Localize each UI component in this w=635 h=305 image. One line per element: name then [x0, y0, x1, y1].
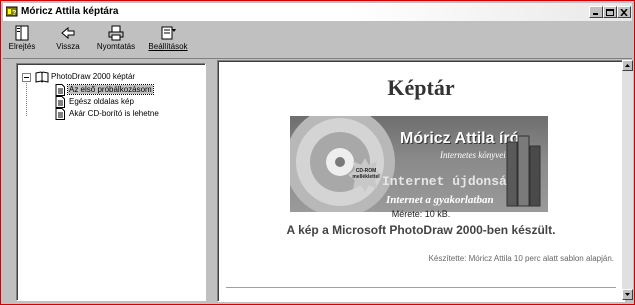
banner-image: Móricz Attila író Internetes könyvei CD-… — [290, 116, 548, 212]
book-icon — [35, 71, 49, 83]
scroll-up-icon — [625, 64, 630, 67]
banner-subtitle: Internetes könyvei — [440, 150, 506, 160]
document-icon — [55, 108, 65, 120]
contents-tree[interactable]: PhotoDraw 2000 képtár Az első próbálkozá… — [16, 63, 206, 301]
hide-button-label: Elrejtés — [8, 42, 36, 51]
banner-slogan: Internet a gyakorlatban — [386, 194, 494, 206]
options-button-label: Beállítások — [148, 42, 188, 51]
window-title: Móricz Attila képtára — [21, 6, 119, 17]
printer-icon — [108, 25, 124, 41]
document-icon — [55, 96, 65, 108]
print-button[interactable]: Nyomtatás — [93, 24, 139, 56]
title-bar[interactable]: ? Móricz Attila képtára — [3, 3, 632, 21]
vertical-scrollbar[interactable] — [622, 60, 633, 300]
image-caption: A kép a Microsoft PhotoDraw 2000-ben kés… — [286, 223, 556, 237]
minimize-icon — [593, 13, 598, 15]
books-icon — [506, 135, 541, 207]
close-button[interactable] — [617, 6, 631, 18]
print-button-label: Nyomtatás — [96, 42, 136, 51]
document-icon — [55, 84, 65, 96]
hide-pane-icon — [15, 25, 29, 41]
options-icon — [161, 26, 176, 40]
content-pane: Képtár Móricz Attila író Internetes köny… — [217, 60, 625, 302]
scroll-down-button[interactable] — [622, 289, 633, 300]
cd-rom-badge-text: CD-ROM melléklettel — [352, 168, 380, 180]
tree-root-label: PhotoDraw 2000 képtár — [51, 72, 136, 81]
help-book-icon: ? — [6, 6, 18, 17]
back-button[interactable]: Vissza — [49, 24, 87, 56]
back-button-label: Vissza — [56, 42, 80, 51]
hide-button[interactable]: Elrejtés — [5, 24, 39, 56]
minimize-button[interactable] — [589, 6, 603, 18]
tree-item-label: Egész oldalas kép — [69, 97, 134, 106]
maximize-button[interactable] — [603, 6, 617, 18]
toolbar: Elrejtés Vissza Nyomtatás Beállítások — [3, 22, 632, 59]
divider — [226, 287, 616, 289]
tree-item-label: Akár CD-borító is lehetne — [69, 109, 159, 118]
tree-item-label: Az első próbálkozásom — [67, 84, 154, 95]
tree-connector — [26, 81, 28, 116]
page-title: Képtár — [387, 75, 455, 100]
cd-disc-icon — [290, 116, 395, 212]
help-window: ? Móricz Attila képtára Elrejtés Vissza — [0, 0, 635, 305]
close-icon — [620, 9, 628, 16]
image-size: Mérete: 10 kB. — [391, 209, 451, 219]
maximize-icon — [606, 9, 614, 16]
image-credit: Készítette: Móricz Attila 10 perc alatt … — [428, 254, 614, 263]
back-arrow-icon — [61, 26, 75, 40]
banner-author: Móricz Attila író — [400, 130, 520, 147]
svg-text:?: ? — [12, 10, 16, 17]
scroll-down-icon — [625, 293, 630, 296]
scroll-up-button[interactable] — [622, 60, 633, 71]
options-button[interactable]: Beállítások — [143, 24, 193, 56]
